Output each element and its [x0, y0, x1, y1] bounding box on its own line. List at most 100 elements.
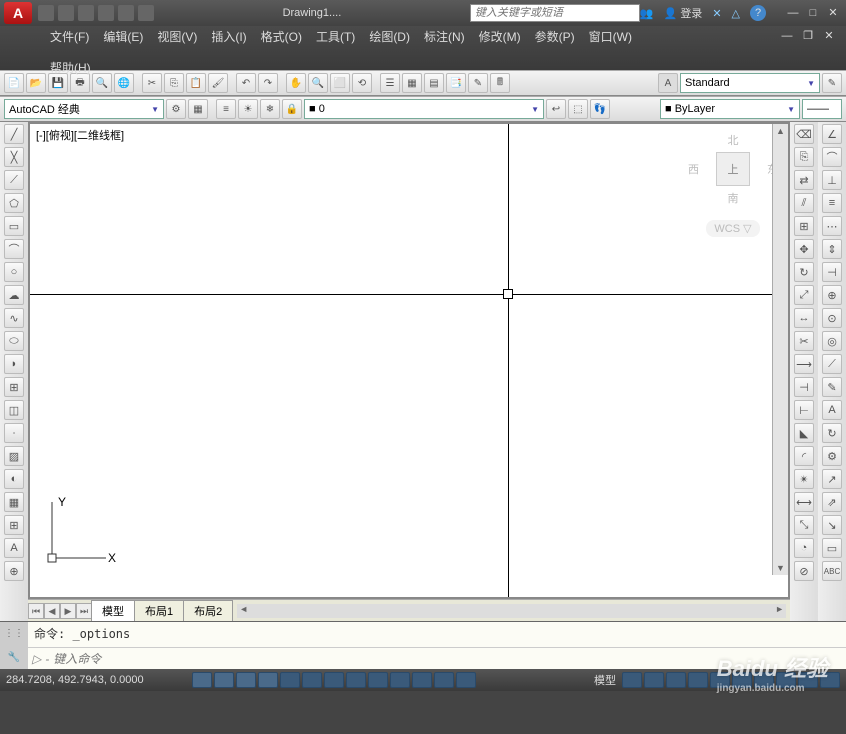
- tab-layout2[interactable]: 布局2: [183, 600, 233, 621]
- polar-toggle[interactable]: [258, 672, 278, 688]
- ellipse-icon[interactable]: ⬭: [4, 331, 24, 351]
- help-search-input[interactable]: [470, 4, 640, 22]
- array-icon[interactable]: ⊞: [794, 216, 814, 236]
- view-cube[interactable]: 北 西 上 东 南 WCS ▽: [688, 132, 778, 237]
- properties-icon[interactable]: ☰: [380, 73, 400, 93]
- addselect-icon[interactable]: ⊕: [4, 561, 24, 581]
- app-logo[interactable]: A: [4, 2, 32, 24]
- open-icon[interactable]: 📂: [26, 73, 46, 93]
- toolpalette-icon[interactable]: ▤: [424, 73, 444, 93]
- search-icon[interactable]: 👥: [640, 7, 654, 20]
- vertical-scrollbar[interactable]: [772, 124, 788, 575]
- rectangle-icon[interactable]: ▭: [4, 216, 24, 236]
- dim-baseline-icon[interactable]: ≡: [822, 193, 842, 213]
- polygon-icon[interactable]: ⬠: [4, 193, 24, 213]
- layer-iso-icon[interactable]: ⬚: [568, 99, 588, 119]
- save-icon[interactable]: 💾: [48, 73, 68, 93]
- dim-break-icon[interactable]: ⊣: [822, 262, 842, 282]
- wipeout-icon[interactable]: ▭: [822, 538, 842, 558]
- linetype-combo[interactable]: ——: [802, 99, 842, 119]
- move-icon[interactable]: ✥: [794, 239, 814, 259]
- table-icon[interactable]: ⊞: [4, 515, 24, 535]
- horizontal-scrollbar[interactable]: [237, 604, 786, 618]
- quickview-drawings-icon[interactable]: [644, 672, 664, 688]
- menu-modify[interactable]: 修改(M): [479, 28, 521, 45]
- mtext-icon[interactable]: A: [4, 538, 24, 558]
- dim-radius-icon[interactable]: ◔: [794, 538, 814, 558]
- qat-new-icon[interactable]: [38, 5, 54, 21]
- annoscale-icon[interactable]: [666, 672, 686, 688]
- layer-prev-icon[interactable]: ↩: [546, 99, 566, 119]
- fillet-icon[interactable]: ◜: [794, 446, 814, 466]
- ducs-toggle[interactable]: [346, 672, 366, 688]
- trim-icon[interactable]: ✂: [794, 331, 814, 351]
- dim-arc-icon[interactable]: ⌒: [822, 147, 842, 167]
- layer-lock-icon[interactable]: 🔒: [282, 99, 302, 119]
- tolerance-icon[interactable]: ⊕: [822, 285, 842, 305]
- doc-close-button[interactable]: ✕: [820, 29, 838, 43]
- tab-model[interactable]: 模型: [91, 600, 135, 621]
- abc-icon[interactable]: ABC: [822, 561, 842, 581]
- dyn-toggle[interactable]: [368, 672, 388, 688]
- gradient-icon[interactable]: ◐: [4, 469, 24, 489]
- join-icon[interactable]: ⊢: [794, 400, 814, 420]
- extend-icon[interactable]: ⟶: [794, 354, 814, 374]
- dimstyle-icon[interactable]: ⚙: [822, 446, 842, 466]
- preview-icon[interactable]: 🔍: [92, 73, 112, 93]
- chamfer-icon[interactable]: ◣: [794, 423, 814, 443]
- rotate-icon[interactable]: ↻: [794, 262, 814, 282]
- zoom-prev-icon[interactable]: ⟲: [352, 73, 372, 93]
- break-icon[interactable]: ⊣: [794, 377, 814, 397]
- annovis-icon[interactable]: [688, 672, 708, 688]
- tab-last-icon[interactable]: ⏭: [76, 603, 92, 619]
- qat-more-icon[interactable]: [138, 5, 154, 21]
- close-button[interactable]: ✕: [824, 6, 842, 20]
- tab-layout1[interactable]: 布局1: [134, 600, 184, 621]
- dim-linear-icon[interactable]: ⟷: [794, 492, 814, 512]
- drawing-canvas[interactable]: [-][俯视][二维线框] 北 西 上 东 南 WCS ▽: [28, 122, 790, 599]
- osnap-toggle[interactable]: [280, 672, 300, 688]
- qat-saveas-icon[interactable]: [98, 5, 114, 21]
- publish-icon[interactable]: 🌐: [114, 73, 134, 93]
- 3dosnap-toggle[interactable]: [302, 672, 322, 688]
- hatch-icon[interactable]: ▨: [4, 446, 24, 466]
- layer-states-icon[interactable]: ☀: [238, 99, 258, 119]
- qat-print-icon[interactable]: [118, 5, 134, 21]
- point-icon[interactable]: ∙: [4, 423, 24, 443]
- dim-aligned-icon[interactable]: ⤡: [794, 515, 814, 535]
- ortho-toggle[interactable]: [236, 672, 256, 688]
- menu-help[interactable]: 帮助(H): [50, 59, 806, 76]
- menu-format[interactable]: 格式(O): [261, 28, 302, 45]
- viewcube-west[interactable]: 西: [688, 161, 699, 177]
- viewcube-south[interactable]: 南: [688, 190, 778, 206]
- centermark-icon[interactable]: ⊙: [822, 308, 842, 328]
- xline-icon[interactable]: ╳: [4, 147, 24, 167]
- pan-icon[interactable]: ✋: [286, 73, 306, 93]
- menu-window[interactable]: 窗口(W): [589, 28, 632, 45]
- zoom-window-icon[interactable]: ⬜: [330, 73, 350, 93]
- signin-link[interactable]: 👤 登录: [664, 5, 703, 21]
- erase-icon[interactable]: ⌫: [794, 124, 814, 144]
- workspace-combo[interactable]: AutoCAD 经典▼: [4, 99, 164, 119]
- model-space-button[interactable]: 模型: [594, 672, 616, 688]
- tab-next-icon[interactable]: ▶: [60, 603, 76, 619]
- layer-walk-icon[interactable]: 👣: [590, 99, 610, 119]
- doc-minimize-button[interactable]: —: [778, 29, 796, 43]
- copy-obj-icon[interactable]: ⎘: [794, 147, 814, 167]
- leader-icon[interactable]: ↗: [822, 469, 842, 489]
- dim-continue-icon[interactable]: ⋯: [822, 216, 842, 236]
- layer-manager-icon[interactable]: ≡: [216, 99, 236, 119]
- wcs-indicator[interactable]: WCS ▽: [706, 220, 759, 237]
- layer-freeze-icon[interactable]: ❄: [260, 99, 280, 119]
- dim-diameter-icon[interactable]: ⊘: [794, 561, 814, 581]
- grid-toggle[interactable]: [214, 672, 234, 688]
- region-icon[interactable]: ▦: [4, 492, 24, 512]
- undo-icon[interactable]: ↶: [236, 73, 256, 93]
- menu-file[interactable]: 文件(F): [50, 28, 89, 45]
- command-handle[interactable]: ⋮⋮🔧: [0, 622, 28, 669]
- tab-first-icon[interactable]: ⏮: [28, 603, 44, 619]
- sheetset-icon[interactable]: 📑: [446, 73, 466, 93]
- explode-icon[interactable]: ✴: [794, 469, 814, 489]
- dimedit-icon[interactable]: ✎: [822, 377, 842, 397]
- cloud-icon[interactable]: △: [732, 7, 740, 20]
